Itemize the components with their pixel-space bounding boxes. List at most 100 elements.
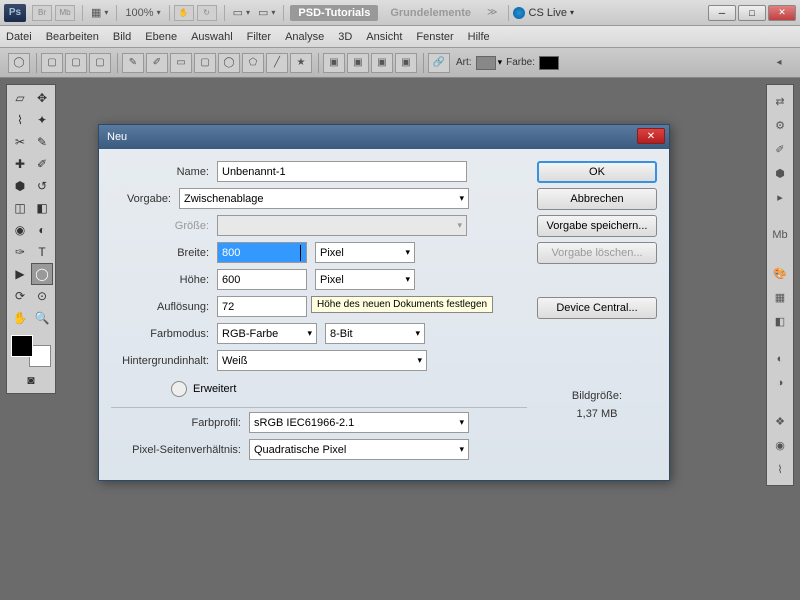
hand-tool[interactable]: ✋: [9, 307, 31, 329]
path-select-tool[interactable]: ▶: [9, 263, 31, 285]
vorgabe-dropdown[interactable]: Zwischenablage: [179, 188, 469, 209]
panel-styles-icon[interactable]: ◧: [770, 311, 790, 331]
hoehe-unit-dropdown[interactable]: Pixel: [315, 269, 415, 290]
move-tool[interactable]: ▱: [9, 87, 31, 109]
name-input[interactable]: [217, 161, 467, 182]
panel-swatches-icon[interactable]: ▦: [770, 287, 790, 307]
hintergrund-dropdown[interactable]: Weiß: [217, 350, 427, 371]
combine-exc-icon[interactable]: ▣: [395, 53, 417, 73]
panel-actions-icon[interactable]: ⚙: [770, 115, 790, 135]
hoehe-input[interactable]: [217, 269, 307, 290]
menu-analyse[interactable]: Analyse: [285, 31, 324, 43]
panel-brushes-icon[interactable]: ✐: [770, 139, 790, 159]
menu-ansicht[interactable]: Ansicht: [366, 31, 402, 43]
path-icon[interactable]: ▢: [65, 53, 87, 73]
eraser-tool[interactable]: ◫: [9, 197, 31, 219]
breite-input[interactable]: [217, 242, 307, 263]
arrange-dropdown[interactable]: ▭: [229, 6, 254, 19]
roundrect-icon[interactable]: ▢: [194, 53, 216, 73]
color-swatches[interactable]: [9, 333, 53, 369]
panel-clone-icon[interactable]: ⬢: [770, 163, 790, 183]
view-extras-dropdown[interactable]: ▦: [87, 6, 112, 19]
hand-button[interactable]: ✋: [174, 5, 194, 21]
farbprofil-dropdown[interactable]: sRGB IEC61966-2.1: [249, 412, 469, 433]
panel-paths-icon[interactable]: ⌇: [770, 459, 790, 479]
polygon-icon[interactable]: ⬠: [242, 53, 264, 73]
farbe-swatch[interactable]: [539, 56, 559, 70]
history-brush-tool[interactable]: ↺: [31, 175, 53, 197]
ellipse-icon[interactable]: ◯: [218, 53, 240, 73]
close-app-button[interactable]: ✕: [768, 5, 796, 21]
line-icon[interactable]: ╱: [266, 53, 288, 73]
brush-tool[interactable]: ✐: [31, 153, 53, 175]
tool-preset-icon[interactable]: ◯: [8, 53, 30, 73]
wand-tool[interactable]: ✦: [31, 109, 53, 131]
art-dropdown-icon[interactable]: ▾: [498, 57, 503, 68]
freeform-pen-icon[interactable]: ✐: [146, 53, 168, 73]
menu-ebene[interactable]: Ebene: [145, 31, 177, 43]
stamp-tool[interactable]: ⬢: [9, 175, 31, 197]
pen-tool[interactable]: ✑: [9, 241, 31, 263]
panel-masks-icon[interactable]: ◑: [770, 373, 790, 393]
breite-unit-dropdown[interactable]: Pixel: [315, 242, 415, 263]
minibridge-button[interactable]: Mb: [55, 5, 75, 21]
link-icon[interactable]: 🔗: [428, 53, 450, 73]
panel-layers-icon[interactable]: ❖: [770, 411, 790, 431]
menu-3d[interactable]: 3D: [338, 31, 352, 43]
blur-tool[interactable]: ◉: [9, 219, 31, 241]
rotate-button[interactable]: ↻: [197, 5, 217, 21]
menu-bearbeiten[interactable]: Bearbeiten: [46, 31, 99, 43]
shape-layer-icon[interactable]: ▢: [41, 53, 63, 73]
combine-sub-icon[interactable]: ▣: [347, 53, 369, 73]
workspace-active[interactable]: PSD-Tutorials: [290, 5, 378, 21]
crop-tool[interactable]: ✂: [9, 131, 31, 153]
more-workspaces-icon[interactable]: ≫: [487, 7, 497, 18]
panel-adjust-icon[interactable]: ◐: [770, 349, 790, 369]
zoom-tool[interactable]: 🔍: [31, 307, 53, 329]
panel-presets-icon[interactable]: ▸: [770, 187, 790, 207]
panel-history-icon[interactable]: ⇄: [770, 91, 790, 111]
workspace-inactive[interactable]: Grundelemente: [382, 5, 479, 21]
abbrechen-button[interactable]: Abbrechen: [537, 188, 657, 210]
gradient-tool[interactable]: ◧: [31, 197, 53, 219]
type-tool[interactable]: T: [31, 241, 53, 263]
farbtiefe-dropdown[interactable]: 8-Bit: [325, 323, 425, 344]
aufloesung-input[interactable]: [217, 296, 307, 317]
combine-int-icon[interactable]: ▣: [371, 53, 393, 73]
art-swatch[interactable]: [476, 56, 496, 70]
shape-tool[interactable]: ◯: [31, 263, 53, 285]
panel-toggle-icon[interactable]: ◂: [768, 53, 790, 73]
quickmask-tool[interactable]: ◙: [9, 369, 53, 391]
menu-hilfe[interactable]: Hilfe: [468, 31, 490, 43]
pen-icon[interactable]: ✎: [122, 53, 144, 73]
eyedropper-tool[interactable]: ✎: [31, 131, 53, 153]
rect-icon[interactable]: ▭: [170, 53, 192, 73]
farbmodus-dropdown[interactable]: RGB-Farbe: [217, 323, 317, 344]
custom-shape-icon[interactable]: ★: [290, 53, 312, 73]
device-central-button[interactable]: Device Central...: [537, 297, 657, 319]
pixelverhaeltnis-dropdown[interactable]: Quadratische Pixel: [249, 439, 469, 460]
bridge-button[interactable]: Br: [32, 5, 52, 21]
panel-mb-icon[interactable]: Mb: [770, 225, 790, 245]
dialog-titlebar[interactable]: Neu ✕: [99, 125, 669, 149]
fill-pixels-icon[interactable]: ▢: [89, 53, 111, 73]
3d-tool[interactable]: ⟳: [9, 285, 31, 307]
dodge-tool[interactable]: ◐: [31, 219, 53, 241]
menu-filter[interactable]: Filter: [247, 31, 271, 43]
menu-fenster[interactable]: Fenster: [416, 31, 453, 43]
marquee-tool[interactable]: ✥: [31, 87, 53, 109]
dialog-close-button[interactable]: ✕: [637, 128, 665, 144]
lasso-tool[interactable]: ⌇: [9, 109, 31, 131]
erweitert-toggle[interactable]: Erweitert: [171, 381, 527, 397]
screenmode-dropdown[interactable]: ▭: [254, 6, 279, 19]
zoom-dropdown[interactable]: 100%: [121, 7, 164, 19]
panel-color-icon[interactable]: 🎨: [770, 263, 790, 283]
maximize-button[interactable]: □: [738, 5, 766, 21]
minimize-button[interactable]: ─: [708, 5, 736, 21]
vorgabe-speichern-button[interactable]: Vorgabe speichern...: [537, 215, 657, 237]
heal-tool[interactable]: ✚: [9, 153, 31, 175]
menu-auswahl[interactable]: Auswahl: [191, 31, 233, 43]
3d-camera-tool[interactable]: ⊙: [31, 285, 53, 307]
ok-button[interactable]: OK: [537, 161, 657, 183]
panel-channels-icon[interactable]: ◉: [770, 435, 790, 455]
